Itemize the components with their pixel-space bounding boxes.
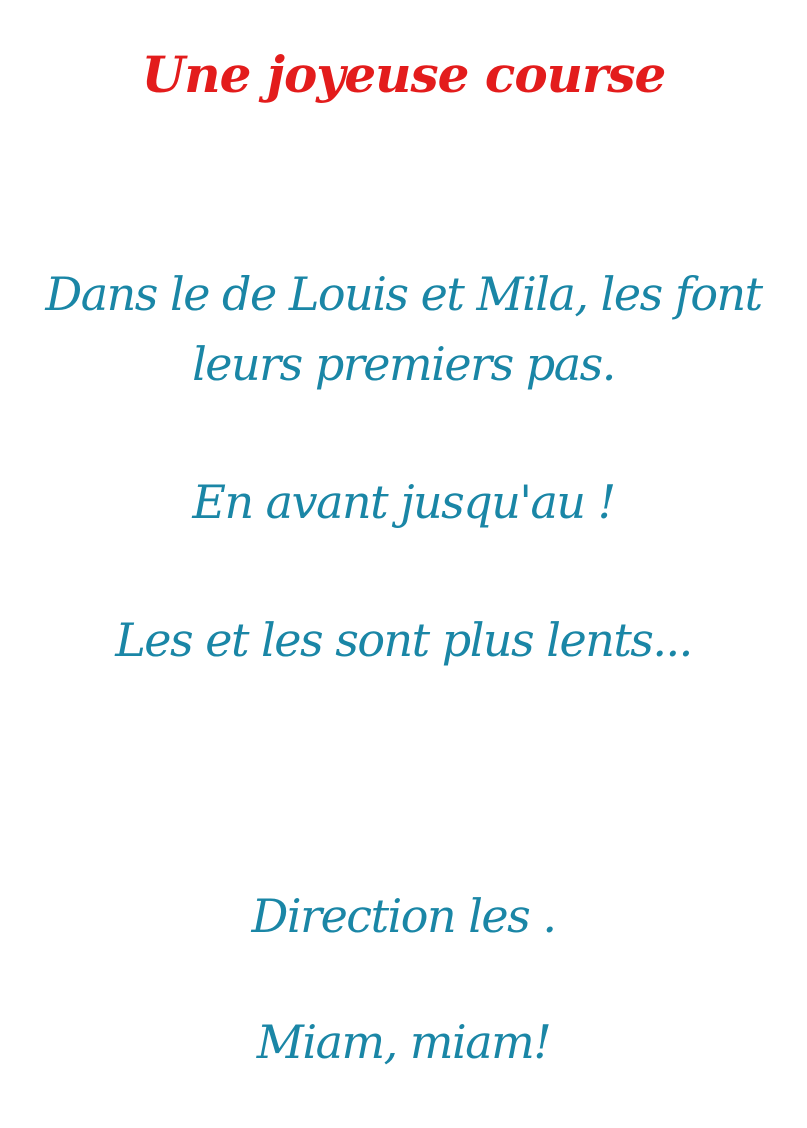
page-title: Une joyeuse course bbox=[141, 45, 667, 104]
story-line-1: Dans le de Louis et Mila, les font bbox=[45, 267, 763, 321]
story-line-5: Direction les . bbox=[251, 889, 558, 943]
story-line-6: Miam, miam! bbox=[256, 1015, 552, 1069]
story-line-2: leurs premiers pas. bbox=[192, 337, 616, 391]
story-line-3: En avant jusqu'au ! bbox=[192, 475, 616, 529]
story-page: Une joyeuse course Dans le de Louis et M… bbox=[0, 0, 807, 1128]
story-line-4: Les et les sont plus lents... bbox=[115, 613, 693, 667]
